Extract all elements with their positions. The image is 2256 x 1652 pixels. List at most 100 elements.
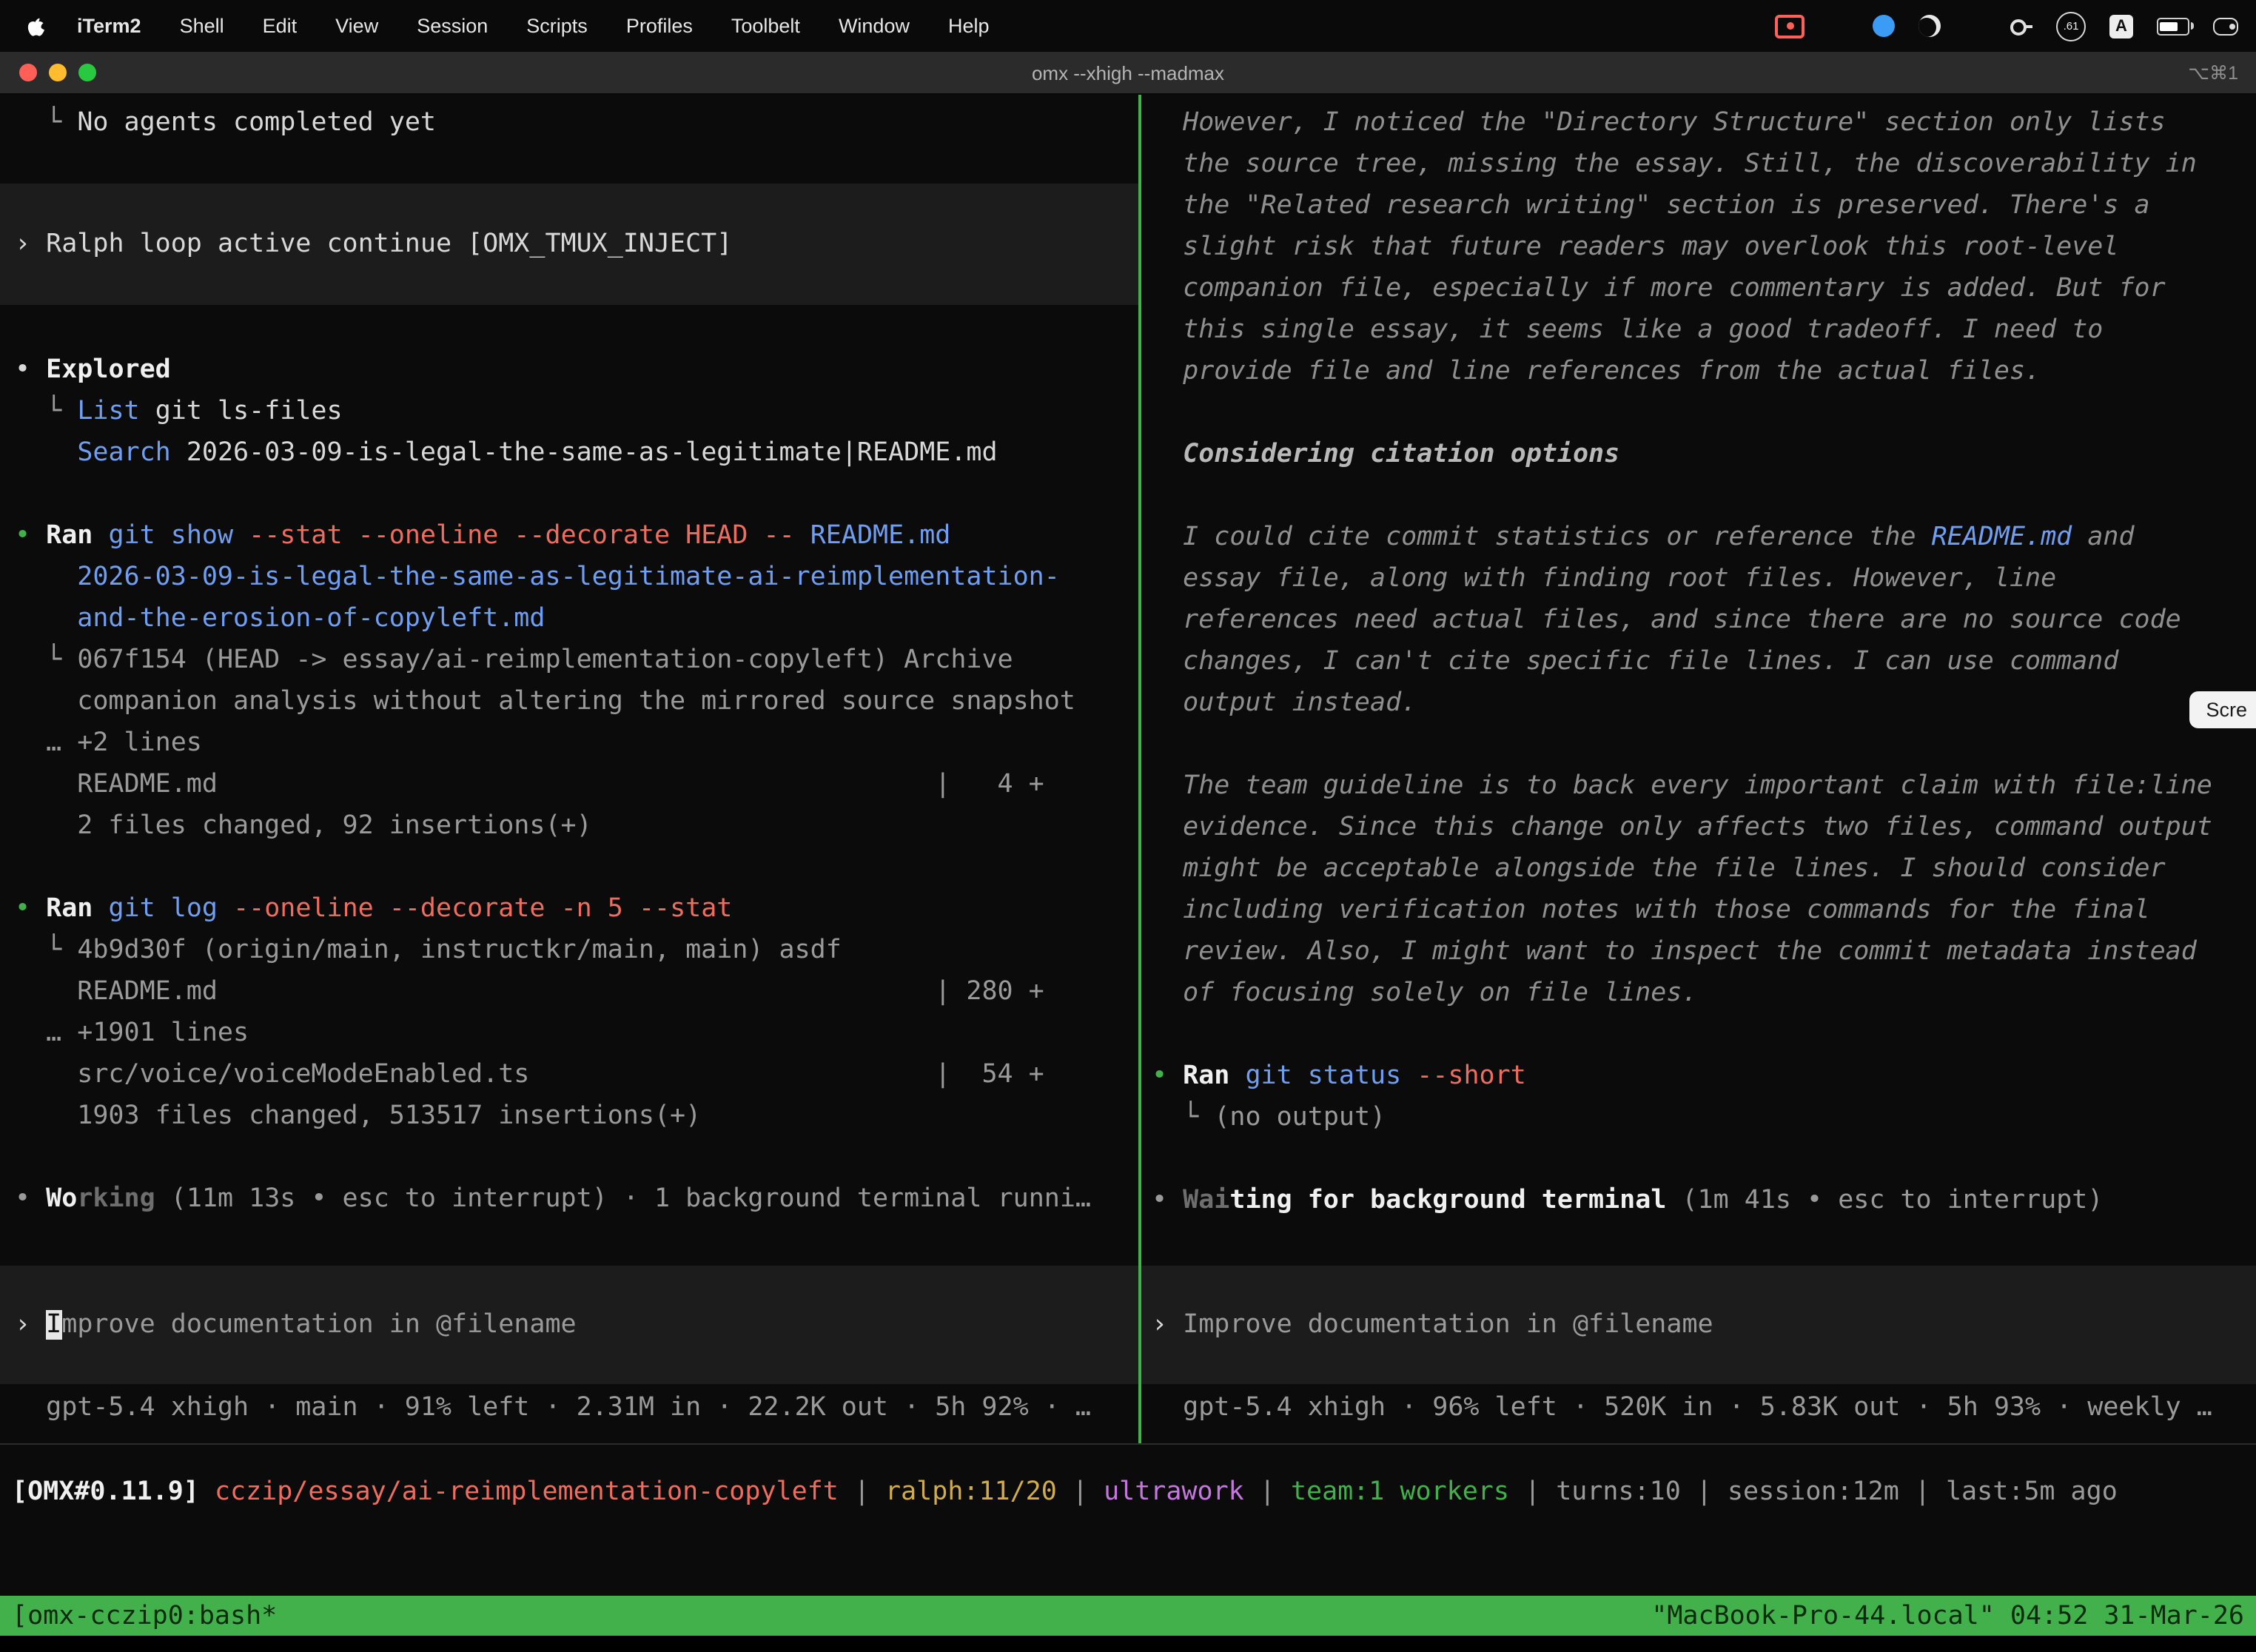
crescent-app-icon[interactable]	[1918, 15, 1941, 37]
prompt-input-right[interactable]: › Improve documentation in @filename	[1141, 1266, 2256, 1384]
minimize-button[interactable]	[49, 64, 67, 81]
terminal-line: • Waiting for background terminal (1m 41…	[1141, 1180, 2256, 1221]
terminal-line: Considering citation options	[1141, 434, 2256, 475]
battery-icon[interactable]	[2157, 17, 2189, 35]
window-title: omx --xhigh --madmax	[0, 61, 2256, 84]
app-grid-icon[interactable]	[1964, 16, 1985, 36]
menu-bar: iTerm2 Shell Edit View Session Scripts P…	[0, 0, 2256, 52]
menu-item-profiles[interactable]: Profiles	[607, 15, 712, 37]
traffic-lights	[19, 64, 96, 81]
prompt-text-right: › Improve documentation in @filename	[1141, 1304, 2256, 1346]
menu-item-view[interactable]: View	[316, 15, 397, 37]
terminal-line: and-the-erosion-of-copyleft.md	[0, 598, 1138, 639]
terminal-line: … +1901 lines	[0, 1013, 1138, 1054]
tmux-session-label: [omx-cczip0:bash*	[12, 1601, 277, 1631]
menu-item-help[interactable]: Help	[929, 15, 1009, 37]
menu-app-name[interactable]: iTerm2	[58, 15, 161, 37]
edge-tooltip: Scre	[2189, 691, 2256, 728]
terminal-line: However, I noticed the "Directory Struct…	[1141, 102, 2256, 144]
screen-footer	[0, 1636, 2256, 1652]
battery-gauge-icon[interactable]: .61	[2056, 11, 2086, 41]
tmux-status-bar: [omx-cczip0:bash* "MacBook-Pro-44.local"…	[0, 1596, 2256, 1636]
menu-bar-status-icons: .61 A	[1775, 11, 2256, 41]
terminal-line: 1903 files changed, 513517 insertions(+)	[0, 1095, 1138, 1137]
session-status-right: gpt-5.4 xhigh · 96% left · 520K in · 5.8…	[1141, 1387, 2256, 1428]
left-pane: └ No agents completed yet › Ralph loop a…	[0, 95, 1138, 1443]
terminal-line	[0, 847, 1138, 888]
right-pane-transcript: However, I noticed the "Directory Struct…	[1141, 102, 2256, 1221]
apple-logo-icon[interactable]	[27, 14, 46, 38]
terminal-line: 2026-03-09-is-legal-the-same-as-legitima…	[0, 557, 1138, 598]
terminal-line: • Working (11m 13s • esc to interrupt) ·…	[0, 1178, 1138, 1220]
key-icon[interactable]	[2009, 14, 2032, 38]
terminal-line: src/voice/voiceModeEnabled.ts | 54 +	[0, 1054, 1138, 1095]
terminal-line: └ 4b9d30f (origin/main, instructkr/main,…	[0, 930, 1138, 971]
terminal-line: output instead.	[1141, 682, 2256, 724]
menu-bar-left: iTerm2 Shell Edit View Session Scripts P…	[0, 14, 1009, 38]
terminal-line: the "Related research writing" section i…	[1141, 185, 2256, 226]
terminal-line	[1141, 1014, 2256, 1055]
terminal-line: review. Also, I might want to inspect th…	[1141, 931, 2256, 973]
menu-item-window[interactable]: Window	[819, 15, 929, 37]
left-pane-transcript: • Explored └ List git ls-files Search 20…	[0, 349, 1138, 1220]
terminal-line: changes, I can't cite specific file line…	[1141, 641, 2256, 682]
terminal-line: └ List git ls-files	[0, 391, 1138, 432]
omx-status-bar: [OMX#0.11.9] cczip/essay/ai-reimplementa…	[0, 1443, 2256, 1511]
terminal-line: evidence. Since this change only affects…	[1141, 807, 2256, 848]
terminal-line: └ 067f154 (HEAD -> essay/ai-reimplementa…	[0, 639, 1138, 681]
terminal-line: of focusing solely on file lines.	[1141, 973, 2256, 1014]
terminal-line: might be acceptable alongside the file l…	[1141, 848, 2256, 890]
menu-item-edit[interactable]: Edit	[244, 15, 317, 37]
terminal-line: essay file, along with finding root file…	[1141, 558, 2256, 600]
close-button[interactable]	[19, 64, 37, 81]
screen-recording-icon[interactable]	[1775, 14, 1805, 38]
terminal-line: Search 2026-03-09-is-legal-the-same-as-l…	[0, 432, 1138, 474]
ralph-loop-banner: › Ralph loop active continue [OMX_TMUX_I…	[0, 184, 1138, 305]
terminal-line: references need actual files, and since …	[1141, 600, 2256, 641]
session-status-left: gpt-5.4 xhigh · main · 91% left · 2.31M …	[0, 1387, 1138, 1428]
terminal-line: this single essay, it seems like a good …	[1141, 309, 2256, 351]
terminal-line	[0, 474, 1138, 515]
ralph-loop-banner-text: › Ralph loop active continue [OMX_TMUX_I…	[0, 224, 1138, 265]
terminal-line: • Ran git show --stat --oneline --decora…	[0, 515, 1138, 557]
right-pane: However, I noticed the "Directory Struct…	[1141, 95, 2256, 1443]
terminal-line: • Ran git log --oneline --decorate -n 5 …	[0, 888, 1138, 930]
terminal-line: The team guideline is to back every impo…	[1141, 765, 2256, 807]
prompt-text-left: › Improve documentation in @filename	[0, 1304, 1138, 1346]
terminal-line: companion analysis without altering the …	[0, 681, 1138, 722]
terminal-line	[1141, 475, 2256, 517]
terminal-line: README.md | 280 +	[0, 971, 1138, 1013]
terminal-line	[1141, 724, 2256, 765]
control-center-icon[interactable]	[2213, 17, 2238, 35]
terminal-line: • Ran git status --short	[1141, 1055, 2256, 1097]
terminal-line: slight risk that future readers may over…	[1141, 226, 2256, 268]
terminal-line: provide file and line references from th…	[1141, 351, 2256, 392]
terminal-line: including verification notes with those …	[1141, 890, 2256, 931]
terminal-line: └ (no output)	[1141, 1097, 2256, 1138]
blue-app-icon[interactable]	[1873, 15, 1895, 37]
terminal-line: the source tree, missing the essay. Stil…	[1141, 144, 2256, 185]
terminal-line: I could cite commit statistics or refere…	[1141, 517, 2256, 558]
terminal-line: companion file, especially if more comme…	[1141, 268, 2256, 309]
menu-item-toolbelt[interactable]: Toolbelt	[712, 15, 819, 37]
tmux-host-time: "MacBook-Pro-44.local" 04:52 31-Mar-26	[1651, 1601, 2244, 1631]
input-source-icon[interactable]: A	[2109, 14, 2133, 38]
terminal-line	[1141, 392, 2256, 434]
menu-item-scripts[interactable]: Scripts	[507, 15, 607, 37]
menu-item-shell[interactable]: Shell	[161, 15, 244, 37]
prompt-input-left[interactable]: › Improve documentation in @filename	[0, 1266, 1138, 1384]
screen: iTerm2 Shell Edit View Session Scripts P…	[0, 0, 2256, 1652]
window-grid-icon[interactable]	[1828, 16, 1849, 36]
terminal: └ No agents completed yet › Ralph loop a…	[0, 95, 2256, 1652]
zoom-button[interactable]	[78, 64, 96, 81]
terminal-line	[1141, 1138, 2256, 1180]
terminal-line: 2 files changed, 92 insertions(+)	[0, 805, 1138, 847]
terminal-line: … +2 lines	[0, 722, 1138, 764]
menu-item-session[interactable]: Session	[397, 15, 507, 37]
window-shortcut-badge: ⌥⌘1	[2188, 61, 2238, 84]
terminal-line: └ No agents completed yet	[0, 102, 1138, 144]
terminal-line: README.md | 4 +	[0, 764, 1138, 805]
terminal-line	[0, 1137, 1138, 1178]
tmux-panes: └ No agents completed yet › Ralph loop a…	[0, 95, 2256, 1443]
window-title-bar[interactable]: omx --xhigh --madmax ⌥⌘1	[0, 52, 2256, 95]
